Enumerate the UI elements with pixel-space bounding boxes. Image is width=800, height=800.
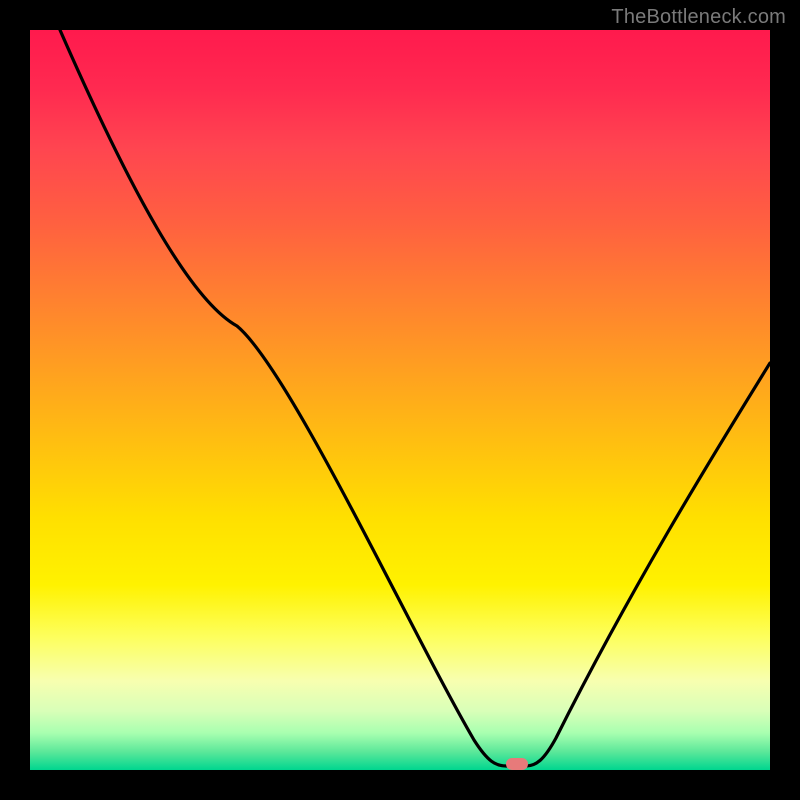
curve-layer [30,30,770,770]
bottleneck-curve [60,30,770,766]
chart-container: TheBottleneck.com [0,0,800,800]
watermark: TheBottleneck.com [611,6,786,29]
optimal-marker [506,758,528,770]
